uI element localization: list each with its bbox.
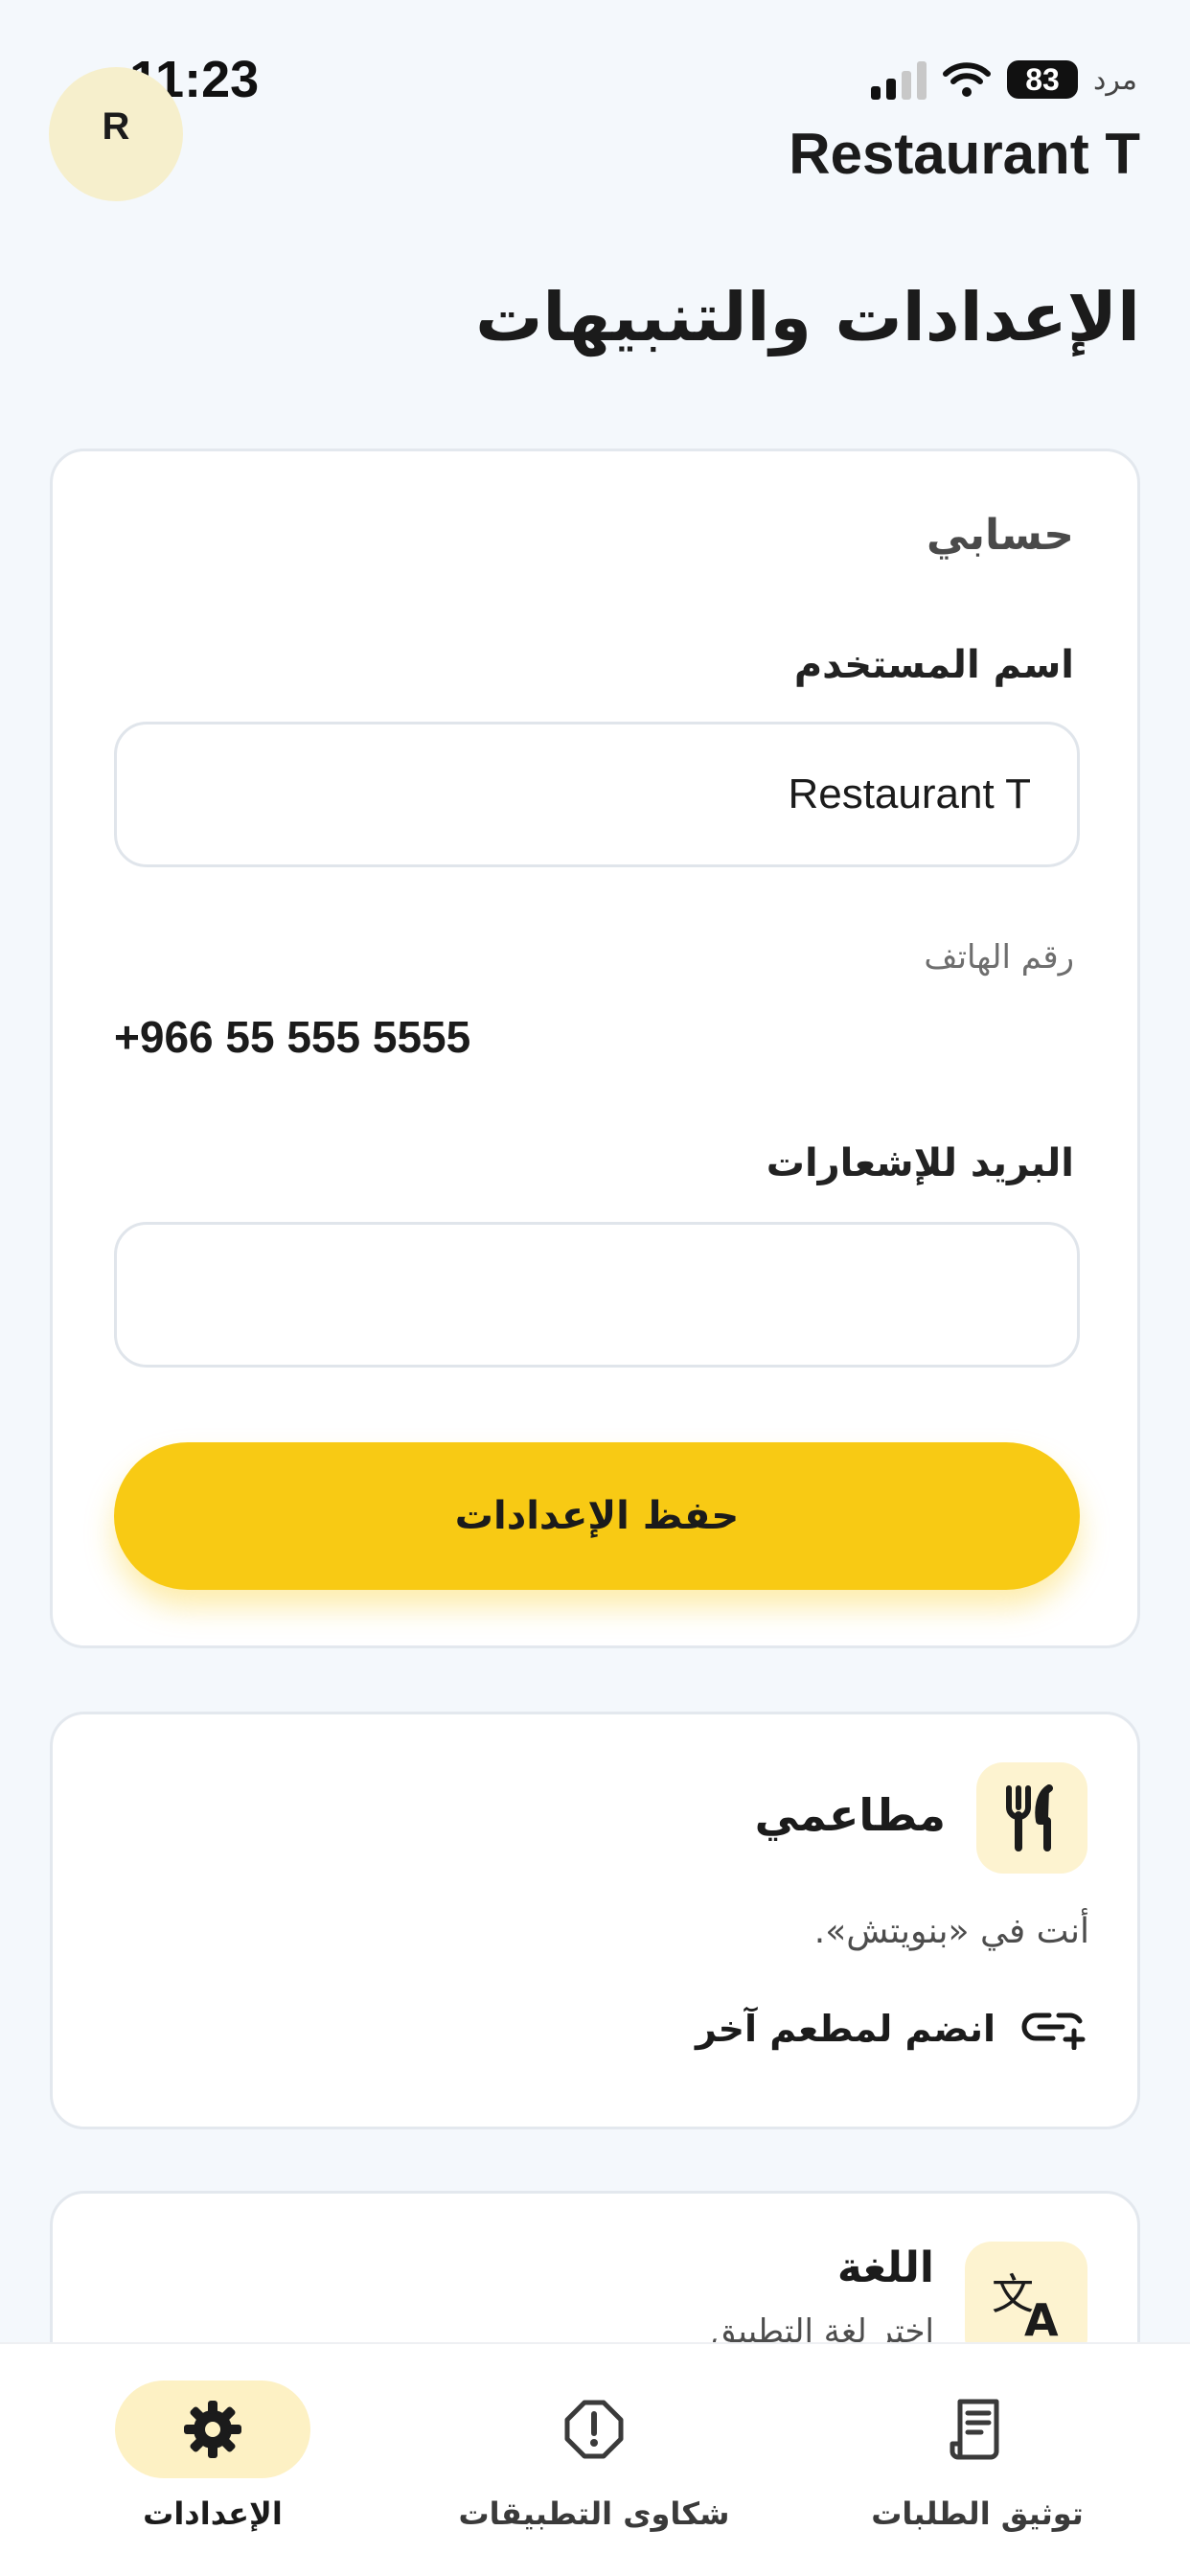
alert-icon (564, 2400, 624, 2459)
tab-app-complaints[interactable]: شكاوى التطبيقات (450, 2344, 738, 2576)
link-add-icon (1021, 2012, 1086, 2050)
battery-indicator: 83 (1007, 60, 1079, 99)
avatar[interactable]: R (49, 67, 183, 201)
status-icons: 83 مرد (871, 56, 1137, 104)
page-title: الإعدادات والتنبيهات (475, 278, 1140, 356)
restaurants-description: أنت في «بنويتش». (813, 1912, 1089, 1951)
tab-order-documentation[interactable]: توثيق الطلبات (853, 2344, 1102, 2576)
tab-settings[interactable]: الإعدادات (115, 2344, 310, 2576)
translate-icon: 文 A (992, 2270, 1059, 2339)
bottom-navigation: الإعدادات شكاوى التطبيقات توثيق الطلبات (0, 2342, 1190, 2576)
tab-order-documentation-label: توثيق الطلبات (871, 2496, 1084, 2532)
save-settings-button[interactable]: حفظ الإعدادات (114, 1442, 1080, 1590)
username-field[interactable] (114, 722, 1080, 867)
avatar-initial: R (102, 104, 130, 148)
join-restaurant-label: انضم لمطعم آخر (695, 2008, 995, 2050)
tab-order-documentation-pill (880, 2380, 1075, 2478)
join-restaurant-link[interactable]: انضم لمطعم آخر (696, 2008, 1087, 2050)
restaurant-icon-tile (976, 1762, 1087, 1874)
carrier-label: مرد (1093, 62, 1137, 97)
svg-text:A: A (1024, 2294, 1059, 2339)
tab-app-complaints-pill (496, 2380, 692, 2478)
account-section-title: حسابي (926, 511, 1074, 560)
tab-app-complaints-label: شكاوى التطبيقات (458, 2496, 730, 2532)
fork-knife-icon (1006, 1784, 1053, 1852)
signal-icon (871, 59, 927, 100)
phone-value: +966 55 555 5555 (114, 1012, 471, 1062)
tab-settings-pill (115, 2380, 310, 2478)
wifi-icon (943, 62, 992, 97)
username-label: اسم المستخدم (793, 643, 1074, 687)
restaurants-title: مطاعمي (754, 1789, 946, 1841)
phone-label: رقم الهاتف (924, 938, 1074, 977)
receipt-icon (950, 2399, 999, 2460)
restaurants-card: مطاعمي أنت في «بنويتش». انضم لمطعم آخر (50, 1712, 1140, 2129)
gear-icon (184, 2401, 241, 2458)
tab-settings-label: الإعدادات (143, 2496, 283, 2532)
email-label: البريد للإشعارات (766, 1141, 1074, 1185)
account-card: حسابي اسم المستخدم رقم الهاتف +966 55 55… (50, 448, 1140, 1648)
restaurant-name-title: Restaurant T (789, 122, 1140, 186)
email-field[interactable] (114, 1222, 1080, 1368)
language-title: اللغة (836, 2243, 934, 2292)
settings-screen: 11:23 83 مرد R Restaurant T الإعدادات وا… (0, 0, 1190, 2576)
